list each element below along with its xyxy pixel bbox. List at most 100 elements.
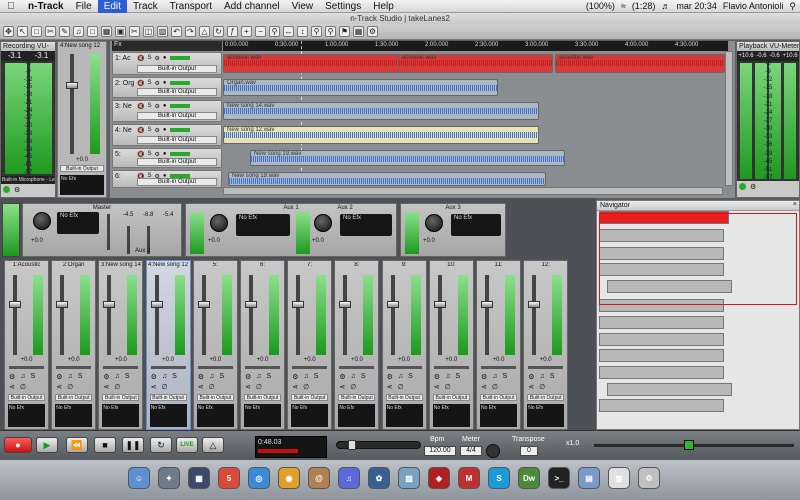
phase-icon[interactable]: ∅ [350, 383, 356, 391]
track-output[interactable]: Built-in Output [137, 112, 217, 120]
phase-icon[interactable]: ∅ [20, 383, 26, 391]
zoom-all-icon[interactable]: ⚲ [325, 26, 336, 37]
pencil-tool-icon[interactable]: ✎ [59, 26, 70, 37]
phase-icon[interactable]: ∅ [445, 383, 451, 391]
channel-fader[interactable] [390, 275, 395, 355]
menu-view[interactable]: View [286, 0, 320, 13]
channel-output[interactable]: Built-in Output [149, 394, 187, 401]
channel-fader[interactable] [532, 275, 537, 355]
track-output[interactable]: Built-in Output [137, 65, 217, 73]
channel-efx[interactable]: No Efx [385, 404, 423, 427]
channel-fader[interactable] [60, 275, 65, 355]
routing-icon[interactable]: ⋖ [245, 383, 251, 391]
solo-button[interactable]: S [267, 373, 272, 381]
aux-3-efx[interactable]: No Efx [451, 214, 501, 236]
datetime[interactable]: mar 20:34 [676, 1, 717, 11]
phase-icon[interactable]: ∅ [303, 383, 309, 391]
dock-folder-icon[interactable]: ▤ [578, 467, 600, 489]
settings-icon[interactable]: ⚙ [367, 26, 378, 37]
mute-icon[interactable]: ♫ [445, 373, 450, 381]
channel-fader[interactable] [485, 275, 489, 355]
channel-fader[interactable] [201, 275, 206, 355]
audio-clip[interactable]: New song 19.wav [228, 172, 546, 186]
channel-fader-cap[interactable] [56, 301, 69, 308]
dock-terminal-icon[interactable]: >_ [548, 467, 570, 489]
channel-efx[interactable]: No Efx [291, 404, 329, 427]
zoom-in-icon[interactable]: + [241, 26, 252, 37]
routing-icon[interactable]: ⋖ [292, 383, 298, 391]
solo-button[interactable]: S [78, 373, 83, 381]
channel-output[interactable]: Built-in Output [527, 394, 565, 401]
apple-icon[interactable]:  [0, 1, 22, 12]
mute-icon[interactable]: ♫ [539, 373, 544, 381]
metronome-icon[interactable]: △ [199, 26, 210, 37]
routing-icon[interactable]: ⋖ [198, 383, 204, 391]
bpm-field[interactable]: 120.00 [424, 446, 456, 456]
channel-fader-cap[interactable] [433, 301, 446, 308]
dock-address-book-icon[interactable]: @ [308, 467, 330, 489]
dock-iphoto-icon[interactable]: ✿ [368, 467, 390, 489]
mute-icon[interactable]: ♫ [20, 373, 25, 381]
loop-button[interactable]: ↻ [150, 437, 172, 453]
master-fader[interactable] [107, 214, 110, 250]
channel-efx[interactable]: No Efx [102, 404, 140, 427]
play-vu-settings-icon[interactable]: ⚙ [750, 183, 756, 191]
rec-settings-icon[interactable]: ⚙ [14, 186, 20, 194]
track-output[interactable]: Built-in Output [137, 88, 217, 96]
loop-icon[interactable]: ↻ [213, 26, 224, 37]
dock-preview-icon[interactable]: ▧ [398, 467, 420, 489]
nav-viewport[interactable] [599, 213, 797, 305]
fx-icon[interactable]: ⚙ [434, 373, 440, 381]
audio-clip[interactable]: Organ.wav [223, 79, 498, 96]
zoom-slider-thumb[interactable] [684, 440, 694, 450]
rec-arm-icon[interactable] [3, 186, 10, 193]
channel-efx[interactable]: No Efx [244, 404, 281, 427]
channel-output[interactable]: Built-in Output [291, 394, 329, 401]
menu-transport[interactable]: Transport [164, 0, 218, 13]
track-header-4[interactable]: 4: Ne 🔇 S ⚙ ● Built-in Output [112, 124, 222, 146]
tune-tool-icon[interactable]: ♫ [73, 26, 84, 37]
routing-icon[interactable]: ⋖ [151, 383, 157, 391]
routing-icon[interactable]: ⋖ [387, 383, 393, 391]
track-header-1[interactable]: 1: Ac 🔇 S ⚙ ● Built-in Output [112, 52, 222, 75]
play-vu-power-icon[interactable] [739, 183, 746, 190]
record-button[interactable]: ● [4, 437, 32, 453]
channel-fader-cap[interactable] [528, 301, 541, 308]
channel-fader-cap[interactable] [481, 301, 493, 308]
pointer-tool-icon[interactable]: ↖ [17, 26, 28, 37]
channel-fader[interactable] [437, 275, 442, 355]
channel-output[interactable]: Built-in Output [432, 394, 470, 401]
move-tool-icon[interactable]: ✥ [3, 26, 14, 37]
navigator-close-icon[interactable]: × [793, 201, 797, 208]
channel-fader[interactable] [296, 275, 301, 355]
track-header-5[interactable]: 5: 🔇 S ⚙ ● Built-in Output [112, 148, 222, 168]
mute-icon[interactable]: ♫ [398, 373, 403, 381]
channel-fader[interactable] [343, 275, 348, 355]
channel-output[interactable]: Built-in Output [8, 394, 45, 401]
track-v-scrollbar[interactable] [725, 51, 733, 186]
routing-icon[interactable]: ⋖ [56, 383, 62, 391]
save-icon[interactable]: ▣ [115, 26, 126, 37]
channel-fader-cap[interactable] [197, 301, 210, 308]
live-button[interactable]: LIVE [176, 437, 198, 453]
grid-icon[interactable]: ▦ [353, 26, 364, 37]
menu-track[interactable]: Track [127, 0, 164, 13]
stop-button[interactable]: ■ [94, 437, 116, 453]
channel-fader-cap[interactable] [103, 301, 116, 308]
solo-button[interactable]: S [125, 373, 130, 381]
dock-mamp-icon[interactable]: M [458, 467, 480, 489]
zoom-out-icon[interactable]: − [255, 26, 266, 37]
solo-icon[interactable]: S [147, 103, 151, 109]
pan-slider[interactable] [433, 366, 469, 369]
meter-field[interactable]: 4/4 [460, 446, 482, 456]
dock-trash-icon[interactable]: ♲ [638, 467, 660, 489]
pan-slider[interactable] [197, 366, 233, 369]
channel-output[interactable]: Built-in Output [385, 394, 423, 401]
track-output[interactable]: Built-in Output [137, 136, 217, 144]
fx-icon[interactable]: ⚙ [292, 373, 298, 381]
pan-slider[interactable] [339, 366, 375, 369]
menu-help[interactable]: Help [367, 0, 400, 13]
channel-output[interactable]: Built-in Output [196, 394, 234, 401]
mute-icon[interactable]: 🔇 [137, 80, 144, 87]
copy-icon[interactable]: ◫ [143, 26, 154, 37]
